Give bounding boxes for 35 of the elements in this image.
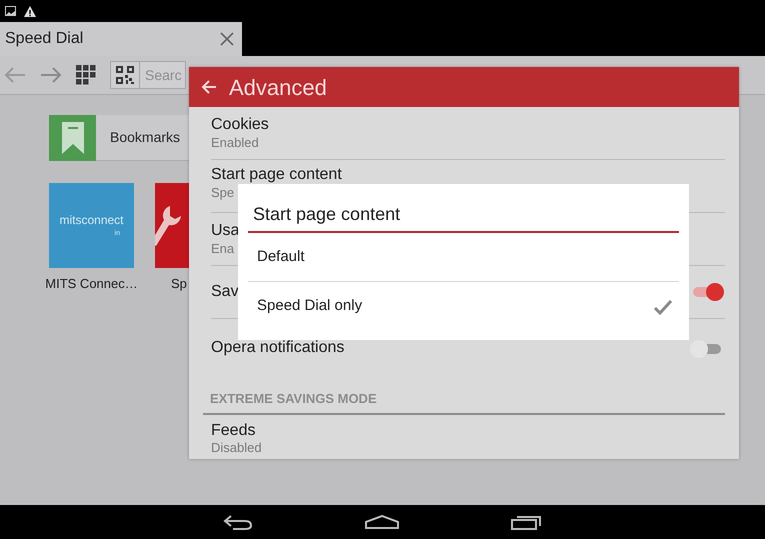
setting-title[interactable]: Usa: [211, 222, 240, 240]
tile-logo-text: mitsconnect: [59, 212, 124, 230]
setting-title[interactable]: Feeds: [211, 422, 262, 440]
section-header: EXTREME SAVINGS MODE: [210, 390, 377, 408]
dialog-title: Start page content: [248, 184, 679, 233]
image-icon: [5, 6, 16, 16]
tab-title: Speed Dial: [5, 29, 84, 49]
recent-apps-icon[interactable]: [510, 514, 542, 530]
back-icon[interactable]: [222, 514, 252, 530]
home-icon[interactable]: [364, 515, 398, 529]
tile-label: Bookmarks: [110, 128, 180, 147]
setting-title[interactable]: Sav: [211, 283, 239, 301]
warning-icon: [24, 6, 36, 16]
grid-icon[interactable]: [76, 65, 96, 85]
setting-title[interactable]: Start page content: [211, 166, 342, 184]
dialog-option[interactable]: Default: [248, 233, 679, 282]
dialog-option[interactable]: Speed Dial only: [248, 282, 679, 331]
setting-value: Spe: [211, 184, 236, 201]
bookmarks-tile[interactable]: Bookmarks: [49, 115, 189, 161]
wrench-icon: [155, 204, 182, 248]
qr-code-icon: [116, 66, 134, 84]
tile-label: Sp: [171, 275, 187, 293]
check-icon: [653, 298, 673, 314]
setting-value: Enabled: [211, 134, 260, 150]
search-field[interactable]: Searc: [140, 61, 186, 89]
setting-title[interactable]: Opera notifications: [211, 339, 344, 357]
setting-value: Ena: [211, 240, 236, 256]
tile-label: MITS Connec…: [45, 275, 138, 293]
close-icon[interactable]: [220, 32, 234, 46]
qr-scan-button[interactable]: [110, 61, 140, 89]
settings-title: Advanced: [229, 74, 327, 102]
setting-value: Disabled: [211, 440, 262, 456]
browser-tab[interactable]: Speed Dial: [0, 22, 242, 56]
bookmark-icon: [62, 122, 84, 154]
setting-title[interactable]: Cookies: [211, 116, 269, 134]
